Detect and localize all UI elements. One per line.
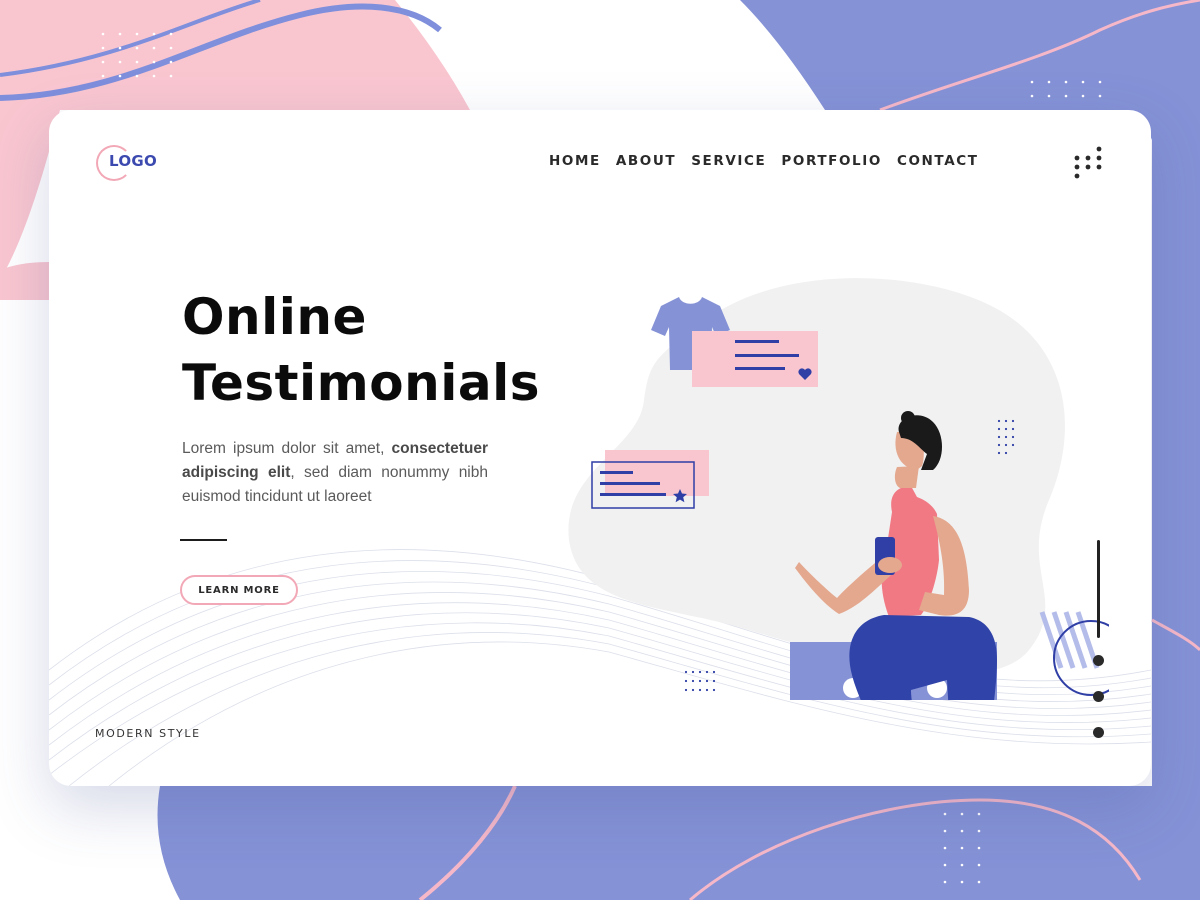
pager-indicator-line xyxy=(1097,540,1100,638)
hero-title-line-2: Testimonials xyxy=(182,354,541,412)
footer-label: MODERN STYLE xyxy=(95,727,201,740)
logo[interactable]: LOGO xyxy=(96,144,206,184)
testimonial-illustration xyxy=(568,278,1109,700)
divider xyxy=(180,539,227,541)
pager-dot[interactable] xyxy=(1093,727,1104,738)
nav-item-contact[interactable]: CONTACT xyxy=(897,153,979,169)
main-nav: HOME ABOUT SERVICE PORTFOLIO CONTACT xyxy=(549,153,994,169)
pager-dot[interactable] xyxy=(1093,655,1104,666)
logo-text: LOGO xyxy=(109,152,158,170)
learn-more-button[interactable]: LEARN MORE xyxy=(180,575,298,605)
hero-title-line-1: Online xyxy=(182,288,367,346)
hero-description: Lorem ipsum dolor sit amet, consectetuer… xyxy=(182,437,488,509)
grid-dots-icon[interactable] xyxy=(1072,145,1106,179)
nav-item-about[interactable]: ABOUT xyxy=(616,153,676,169)
hero-text-part-1: Lorem ipsum dolor sit amet, xyxy=(182,440,392,457)
review-card-heart xyxy=(692,331,818,387)
nav-item-portfolio[interactable]: PORTFOLIO xyxy=(781,153,882,169)
nav-item-service[interactable]: SERVICE xyxy=(691,153,766,169)
nav-item-home[interactable]: HOME xyxy=(549,153,601,169)
pager-dot[interactable] xyxy=(1093,691,1104,702)
hero-title: Online Testimonials xyxy=(182,284,540,416)
landing-card: LOGO HOME ABOUT SERVICE PORTFOLIO CONTAC… xyxy=(49,110,1151,786)
